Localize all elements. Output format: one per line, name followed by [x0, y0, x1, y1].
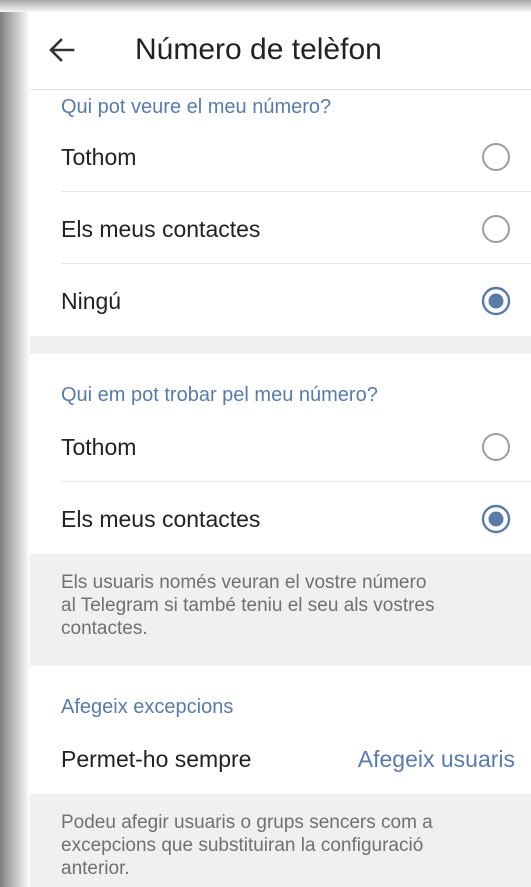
radio-selected-icon[interactable]	[481, 504, 511, 534]
info-block-exceptions: Podeu afegir usuaris o grups sencers com…	[30, 794, 531, 887]
option-label: Ningú	[61, 288, 122, 314]
back-button[interactable]	[44, 32, 80, 68]
arrow-left-icon	[49, 38, 75, 62]
app-bar: Número de telèfon	[30, 12, 531, 90]
always-allow-label: Permet-ho sempre	[61, 746, 252, 772]
option-everybody-find[interactable]: Tothom	[30, 410, 531, 482]
info-text-line: contactes.	[61, 618, 148, 639]
add-users-link[interactable]: Afegeix usuaris	[358, 746, 515, 772]
shadow-edge-left	[0, 0, 30, 887]
radio-unselected-icon[interactable]	[481, 432, 511, 462]
screenshot-frame: Número de telèfon Qui pot veure el meu n…	[0, 0, 531, 887]
page-title: Número de telèfon	[135, 33, 382, 66]
option-label: Tothom	[61, 144, 137, 170]
option-label: Els meus contactes	[61, 216, 261, 242]
option-my-contacts-see[interactable]: Els meus contactes	[30, 192, 531, 264]
radio-unselected-icon[interactable]	[481, 214, 511, 244]
radio-unselected-icon[interactable]	[481, 142, 511, 172]
section-title-who-can-see: Qui pot veure el meu número?	[61, 96, 332, 118]
info-text-line: Podeu afegir usuaris o grups sencers com…	[61, 812, 433, 833]
info-block-find: Els usuaris només veuran el vostre númer…	[30, 554, 531, 666]
shadow-edge-top	[0, 0, 531, 12]
section-separator	[30, 336, 531, 354]
radio-selected-icon[interactable]	[481, 286, 511, 316]
option-label: Tothom	[61, 434, 137, 460]
always-allow-row[interactable]: Permet-ho sempre Afegeix usuaris	[30, 722, 531, 794]
info-text-line: excepcions que substituiran la configura…	[61, 835, 424, 856]
phone-screen: Número de telèfon Qui pot veure el meu n…	[30, 12, 531, 887]
option-label: Els meus contactes	[61, 506, 261, 532]
info-text-line: al Telegram si també teniu el seu als vo…	[61, 595, 435, 616]
option-everybody-see[interactable]: Tothom	[30, 120, 531, 192]
section-title-exceptions: Afegeix excepcions	[61, 696, 234, 718]
option-my-contacts-find[interactable]: Els meus contactes	[30, 482, 531, 554]
option-nobody-see[interactable]: Ningú	[30, 264, 531, 336]
info-text-line: anterior.	[61, 858, 130, 879]
info-text-line: Els usuaris només veuran el vostre númer…	[61, 572, 427, 593]
section-title-who-can-find: Qui em pot trobar pel meu número?	[61, 384, 378, 406]
